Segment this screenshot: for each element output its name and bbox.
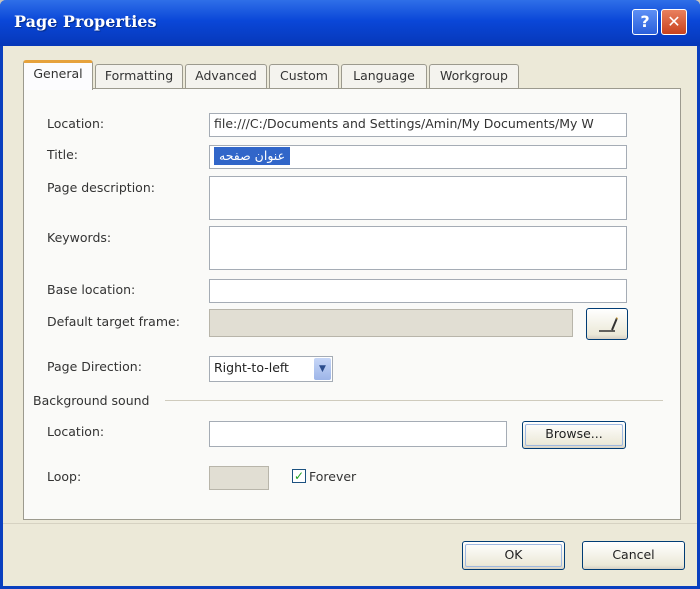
pencil-icon	[599, 317, 618, 332]
ok-button-label: OK	[504, 547, 523, 562]
ok-button[interactable]: OK	[462, 541, 565, 570]
page-properties-dialog: Page Properties ? ✕ General Formatting A…	[0, 0, 700, 589]
sound-location-label: Location:	[47, 424, 105, 439]
loop-label: Loop:	[47, 469, 82, 484]
loop-spinner	[209, 466, 269, 490]
background-sound-group-label: Background sound	[33, 393, 150, 408]
tab-advanced[interactable]: Advanced	[185, 64, 267, 88]
tab-custom[interactable]: Custom	[269, 64, 339, 88]
title-value: عنوان صفحه	[214, 147, 291, 165]
browse-button[interactable]: Browse...	[522, 421, 626, 449]
tab-language[interactable]: Language	[341, 64, 427, 88]
tab-general[interactable]: General	[23, 60, 93, 90]
forever-checkbox[interactable]: ✓	[292, 469, 306, 483]
page-direction-value: Right-to-left	[214, 360, 289, 375]
keywords-field[interactable]	[209, 226, 627, 270]
checkmark-icon: ✓	[293, 469, 305, 483]
default-target-frame-label: Default target frame:	[47, 314, 180, 329]
tab-formatting[interactable]: Formatting	[95, 64, 183, 88]
location-field[interactable]: file:///C:/Documents and Settings/Amin/M…	[209, 113, 627, 137]
title-label: Title:	[47, 147, 78, 162]
target-frame-button[interactable]	[586, 308, 628, 340]
forever-label: Forever	[309, 469, 357, 484]
base-location-field[interactable]	[209, 279, 627, 303]
base-location-label: Base location:	[47, 282, 136, 297]
sound-location-field[interactable]	[209, 421, 507, 447]
page-direction-select[interactable]: Right-to-left ▼	[209, 356, 333, 382]
page-description-label: Page description:	[47, 180, 155, 195]
default-target-frame-field	[209, 309, 573, 337]
page-direction-label: Page Direction:	[47, 359, 142, 374]
dialog-title: Page Properties	[14, 12, 157, 31]
tab-workgroup[interactable]: Workgroup	[429, 64, 519, 88]
help-icon[interactable]: ?	[632, 9, 658, 35]
keywords-label: Keywords:	[47, 230, 112, 245]
footer-divider	[3, 523, 697, 524]
cancel-button[interactable]: Cancel	[582, 541, 685, 570]
browse-button-label: Browse...	[545, 426, 603, 441]
close-icon[interactable]: ✕	[661, 9, 687, 35]
location-label: Location:	[47, 116, 105, 131]
title-field[interactable]: عنوان صفحه	[209, 145, 627, 169]
page-description-field[interactable]	[209, 176, 627, 220]
chevron-down-icon[interactable]: ▼	[314, 358, 331, 380]
cancel-button-label: Cancel	[612, 547, 655, 562]
title-bar: Page Properties ? ✕	[0, 0, 700, 46]
group-divider	[165, 400, 663, 401]
